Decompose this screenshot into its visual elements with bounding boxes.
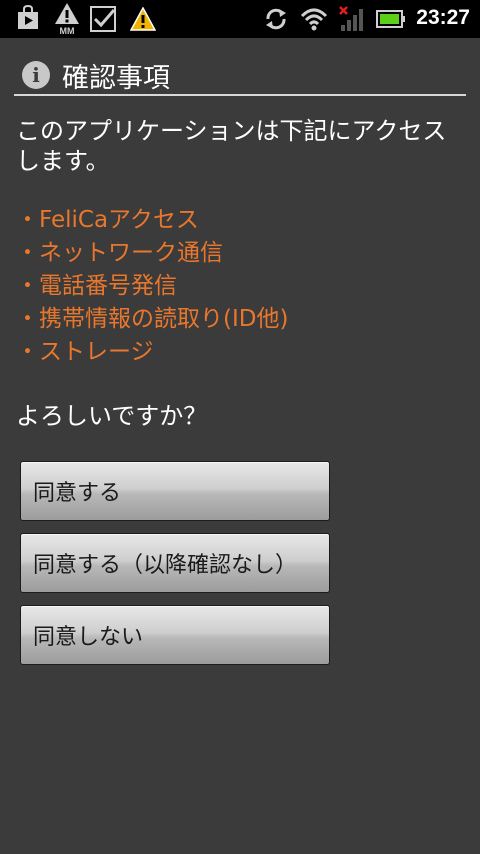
permission-item: ストレージ: [16, 336, 288, 369]
svg-text:MM: MM: [60, 26, 75, 36]
agree-button[interactable]: 同意する: [20, 461, 330, 521]
no-signal-icon: [338, 5, 366, 37]
dialog-title: 確認事項: [62, 62, 170, 94]
disagree-button-label: 同意しない: [33, 625, 144, 650]
wifi-icon: [300, 6, 328, 36]
agree-no-confirm-button[interactable]: 同意する（以降確認なし）: [20, 533, 330, 593]
permission-item: ネットワーク通信: [16, 237, 288, 270]
permission-list: FeliCaアクセス ネットワーク通信 電話番号発信 携帯情報の読取り(ID他)…: [16, 204, 288, 369]
checkbox-icon: [90, 6, 118, 36]
sync-icon: [264, 7, 288, 35]
clock: 23:27: [416, 6, 470, 29]
agree-no-confirm-button-label: 同意する（以降確認なし）: [33, 553, 298, 578]
shopping-bag-icon: [16, 4, 40, 35]
agree-button-label: 同意する: [33, 481, 122, 506]
title-divider: [14, 94, 466, 96]
info-icon: i: [22, 61, 50, 89]
permission-item: 電話番号発信: [16, 270, 288, 303]
dialog-title-row: i 確認事項: [22, 55, 170, 95]
battery-icon: [376, 9, 406, 33]
disagree-button[interactable]: 同意しない: [20, 605, 330, 665]
status-bar: MM 23:27: [0, 0, 480, 38]
permission-item: 携帯情報の読取り(ID他): [16, 303, 288, 336]
warning-icon: [129, 6, 157, 35]
permission-item: FeliCaアクセス: [16, 204, 288, 237]
mm-alert-icon: MM: [54, 2, 80, 40]
dialog-message: このアプリケーションは下記にアクセスします。: [16, 117, 447, 175]
confirm-question: よろしいですか？: [16, 402, 208, 430]
